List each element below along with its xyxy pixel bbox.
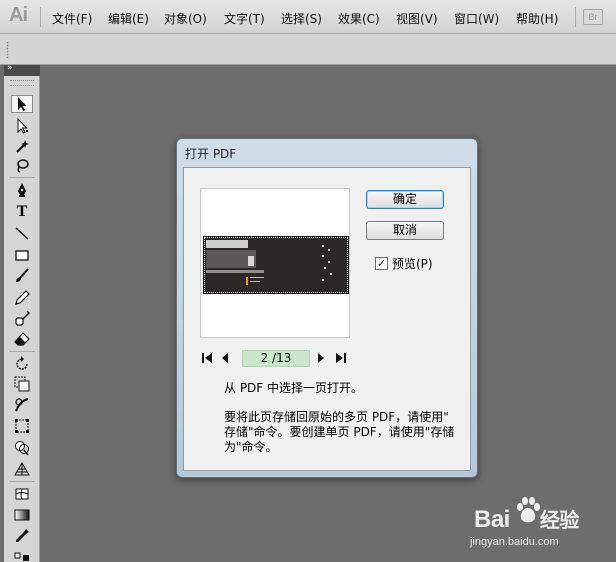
rectangle-tool-icon[interactable] [11,246,33,264]
baidu-paw-icon [517,497,540,523]
thumbnail-detail [328,261,330,263]
save-note-line-3: 为"命令。 [224,440,278,454]
menu-object[interactable]: 对象(O) [164,10,207,27]
tool-divider [9,351,35,352]
preview-label: 预览(P) [392,257,433,271]
check-icon: ✓ [376,257,387,270]
thumbnail-detail [206,240,248,248]
mesh-tool-icon[interactable] [11,485,33,503]
dialog-title: 打开 PDF [185,147,237,161]
menu-file[interactable]: 文件(F) [52,10,92,27]
preview-option[interactable]: ✓ 预览(P) [375,255,433,272]
eraser-tool-icon[interactable] [11,330,33,348]
page-thumbnail[interactable] [203,236,349,294]
eyedropper-tool-icon[interactable] [11,527,33,545]
type-tool-glyph: T [16,203,28,220]
warp-tool-icon[interactable] [11,396,33,414]
selection-tool-icon[interactable] [11,95,33,113]
thumbnail-detail [328,249,330,251]
blend-tool-icon[interactable] [11,546,33,562]
panel-grip-icon[interactable] [6,41,9,58]
dialog-body: 确定 取消 ✓ 预览(P) 2 /13 从 PDF 中选择一页打开。 要将此页存… [183,167,471,471]
menu-type[interactable]: 文字(T) [224,10,265,27]
tool-divider [9,481,35,482]
previous-page-icon[interactable] [218,351,232,365]
paintbrush-tool-icon[interactable] [11,267,33,285]
pen-tool-icon[interactable] [11,181,33,199]
line-segment-tool-icon[interactable] [11,224,33,242]
watermark-url: jingyan.baidu.com [470,536,559,548]
thumbnail-detail [322,255,324,257]
thumbnail-detail [324,267,326,269]
page-navigator: 2 /13 [202,350,354,368]
thumbnail-detail [322,279,324,281]
control-bar [0,34,616,65]
cancel-button[interactable]: 取消 [366,221,444,240]
menu-divider [40,7,41,27]
free-transform-tool-icon[interactable] [11,417,33,435]
open-pdf-dialog: 打开 PDF 确定 取消 ✓ 预览(P) 2 /13 从 PDF 中选择一页打开… [176,138,478,478]
blob-brush-tool-icon[interactable] [11,309,33,327]
next-page-icon[interactable] [314,351,328,365]
tools-panel: T [4,76,40,562]
menu-edit[interactable]: 编辑(E) [108,10,149,27]
ok-button[interactable]: 确定 [366,190,444,209]
type-tool-icon[interactable]: T [11,203,33,221]
menu-view[interactable]: 视图(V) [396,10,438,27]
first-page-icon[interactable] [200,351,214,365]
watermark-brand: Bai [474,506,510,533]
menu-window[interactable]: 窗口(W) [454,10,499,27]
thumbnail-detail [250,277,264,278]
page-number-field[interactable]: 2 /13 [242,350,310,367]
scale-tool-icon[interactable] [11,375,33,393]
collapse-icon[interactable]: » [7,63,13,73]
direct-selection-tool-icon[interactable] [11,117,33,135]
menu-effect[interactable]: 效果(C) [338,10,380,27]
magic-wand-tool-icon[interactable] [11,137,33,155]
menu-divider [575,7,576,27]
panel-grip-icon[interactable] [10,80,34,86]
menu-help[interactable]: 帮助(H) [516,10,558,27]
preview-checkbox[interactable]: ✓ [375,257,388,270]
rotate-tool-icon[interactable] [11,355,33,373]
pencil-tool-icon[interactable] [11,289,33,307]
page-preview [200,188,350,338]
menu-select[interactable]: 选择(S) [281,10,322,27]
tool-divider [9,177,35,178]
thumbnail-detail [206,270,264,273]
thumbnail-detail [246,277,248,285]
shape-builder-tool-icon[interactable] [11,439,33,457]
thumbnail-detail [250,281,260,282]
bridge-button[interactable]: Br [583,9,603,25]
tools-panel-header[interactable]: » [4,63,40,76]
thumbnail-detail [330,273,332,275]
illustrator-logo-icon: Ai [9,4,28,26]
gradient-tool-icon[interactable] [11,506,33,524]
select-page-message: 从 PDF 中选择一页打开。 [224,381,364,395]
perspective-grid-tool-icon[interactable] [11,460,33,478]
thumbnail-detail [322,245,324,247]
lasso-tool-icon[interactable] [11,157,33,175]
last-page-icon[interactable] [334,351,348,365]
thumbnail-detail [248,256,254,266]
watermark-suffix: 经验 [539,508,580,532]
menu-bar: Ai 文件(F) 编辑(E) 对象(O) 文字(T) 选择(S) 效果(C) 视… [0,0,616,34]
